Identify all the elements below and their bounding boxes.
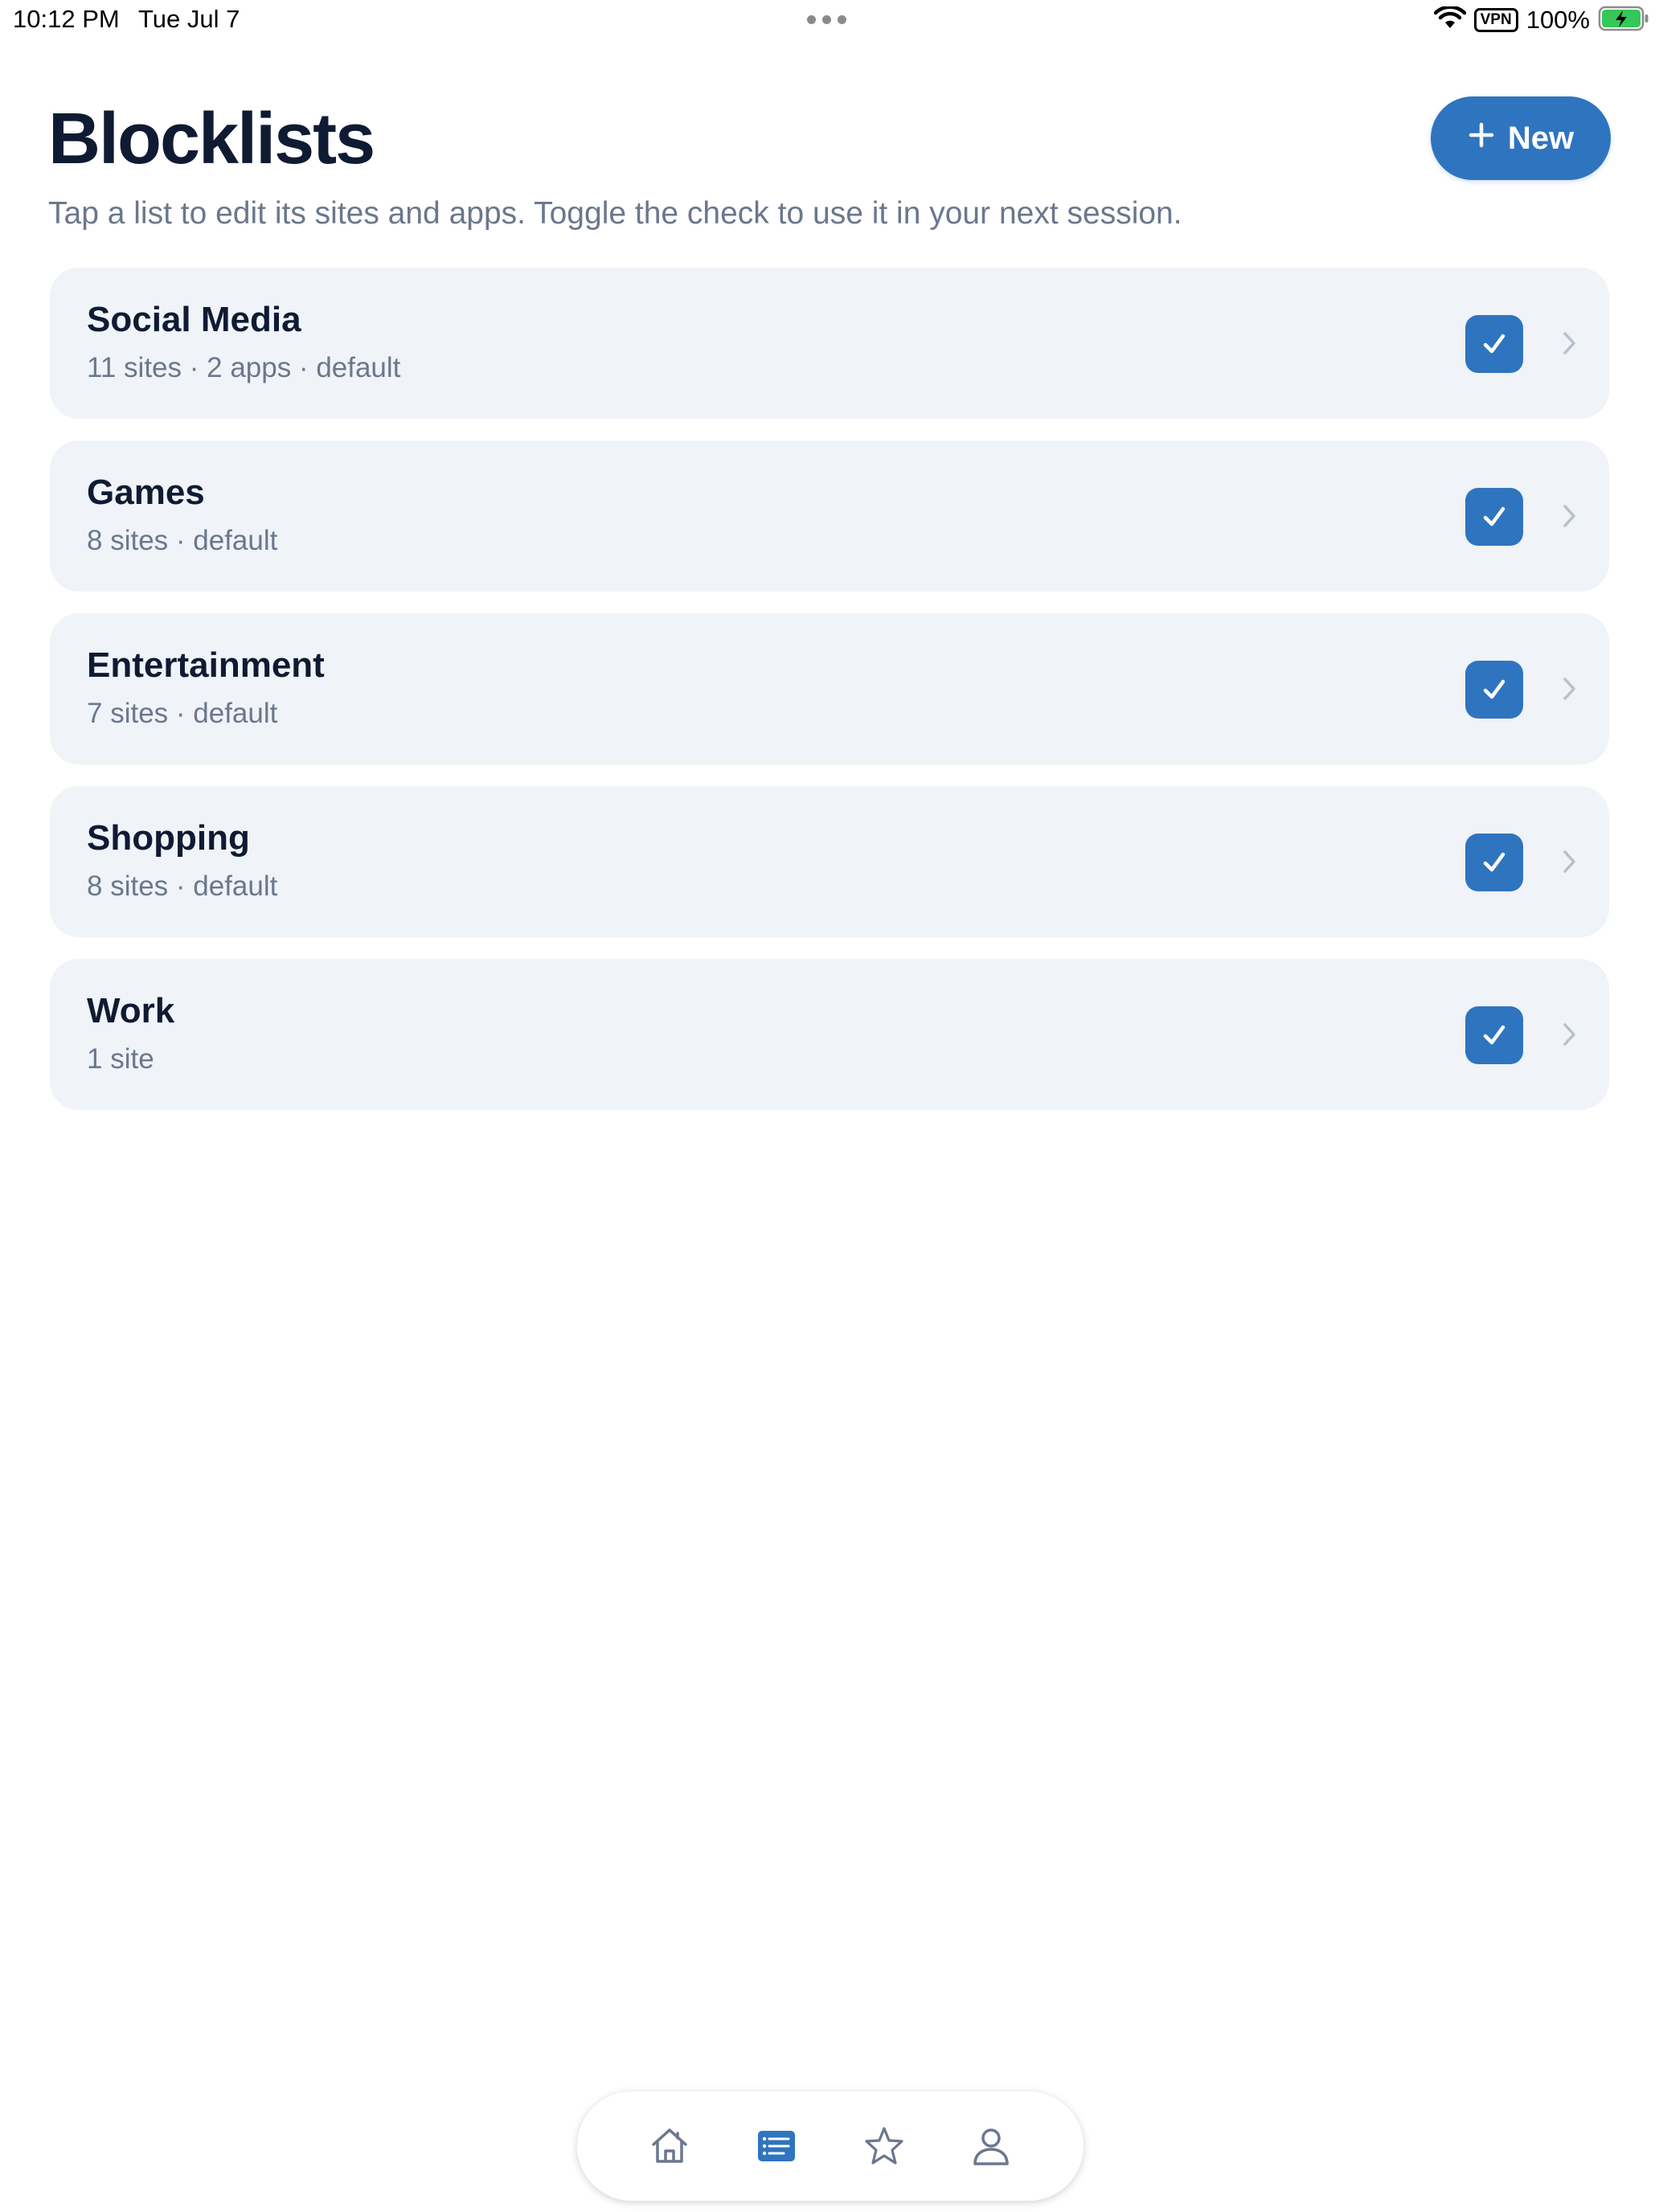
home-icon — [652, 2128, 687, 2163]
blocklist-meta: 8 sites · default — [87, 525, 278, 556]
battery-percentage: 100% — [1526, 6, 1590, 34]
tab-favorites[interactable] — [852, 2114, 916, 2178]
blocklist-title: Entertainment — [87, 645, 325, 685]
checkmark-icon — [1483, 506, 1505, 526]
chevron-right-icon — [1555, 847, 1583, 876]
blocklist-card-games[interactable]: Games 8 sites · default — [50, 440, 1609, 592]
blocklist-meta: 7 sites · default — [87, 698, 278, 729]
checkmark-icon — [1483, 852, 1505, 872]
checkmark-icon — [1483, 334, 1505, 354]
plus-icon — [1468, 121, 1495, 157]
blocklist-card-entertainment[interactable]: Entertainment 7 sites · default — [50, 613, 1609, 764]
bottom-tab-bar — [577, 2091, 1083, 2201]
chevron-right-icon — [1555, 674, 1583, 703]
blocklist-title: Shopping — [87, 818, 250, 858]
tab-profile[interactable] — [959, 2114, 1023, 2178]
tab-home[interactable] — [637, 2114, 702, 2178]
battery-charging-icon — [1598, 6, 1649, 35]
blocklist-meta: 11 sites · 2 apps · default — [87, 352, 401, 383]
checkmark-icon — [1483, 679, 1505, 699]
blocklist-title: Social Media — [87, 300, 301, 339]
blocklist-list: Social Media 11 sites · 2 apps · default… — [50, 268, 1609, 1110]
page-subtitle: Tap a list to edit its sites and apps. T… — [48, 196, 1182, 231]
chevron-right-icon — [1555, 502, 1583, 530]
list-icon — [758, 2131, 796, 2161]
blocklist-card-social-media[interactable]: Social Media 11 sites · 2 apps · default — [50, 268, 1609, 419]
blocklist-card-work[interactable]: Work 1 site — [50, 959, 1609, 1110]
status-time: 10:12 PM — [13, 5, 120, 33]
blocklist-checkbox[interactable] — [1465, 661, 1523, 719]
chevron-right-icon — [1555, 1020, 1583, 1049]
new-blocklist-button[interactable]: New — [1431, 96, 1611, 180]
blocklist-checkbox[interactable] — [1465, 488, 1523, 546]
star-icon — [865, 2127, 903, 2165]
person-icon — [973, 2128, 1009, 2165]
blocklist-checkbox[interactable] — [1465, 834, 1523, 891]
wifi-icon — [1433, 5, 1466, 35]
blocklist-meta: 1 site — [87, 1043, 154, 1075]
page-title: Blocklists — [48, 99, 375, 179]
status-indicators: VPN 100% — [1433, 5, 1649, 35]
blocklist-title: Games — [87, 473, 205, 512]
multitasking-dots-icon[interactable] — [807, 15, 846, 24]
vpn-badge: VPN — [1473, 8, 1518, 32]
status-bar: 10:12 PM Tue Jul 7 VPN 100% — [0, 0, 1659, 43]
blocklist-title: Work — [87, 991, 175, 1030]
tab-blocklists[interactable] — [744, 2114, 809, 2178]
status-date: Tue Jul 7 — [138, 5, 240, 33]
new-button-label: New — [1507, 120, 1575, 156]
blocklist-meta: 8 sites · default — [87, 870, 278, 902]
checkmark-icon — [1483, 1025, 1505, 1045]
blocklist-checkbox[interactable] — [1465, 1006, 1523, 1064]
blocklist-checkbox[interactable] — [1465, 315, 1523, 373]
chevron-right-icon — [1555, 329, 1583, 358]
blocklist-card-shopping[interactable]: Shopping 8 sites · default — [50, 786, 1609, 937]
